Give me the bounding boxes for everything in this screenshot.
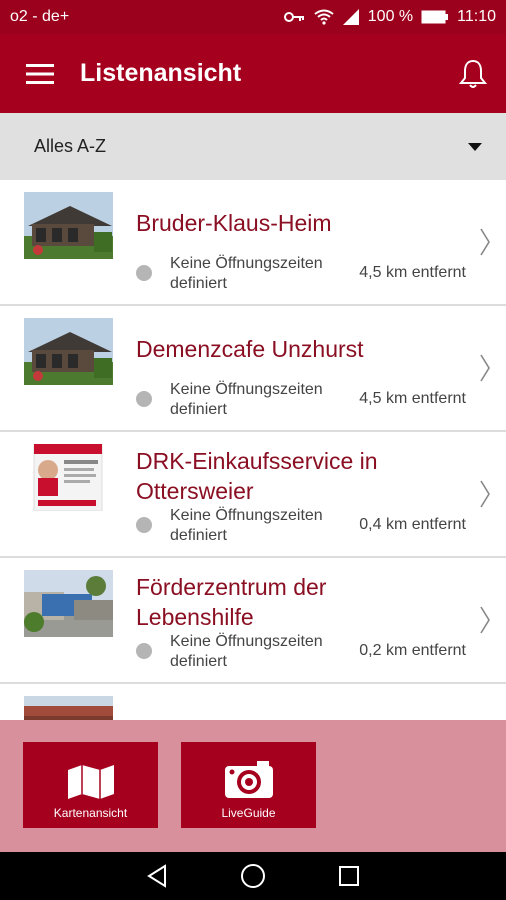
status-bar: o2 - de+ 100 % 11:10 xyxy=(0,0,506,34)
liveguide-label: LiveGuide xyxy=(221,806,276,820)
place-name: Bruder-Klaus-Heim xyxy=(136,210,332,236)
opening-hours-line1: Keine Öffnungszeiten xyxy=(170,507,323,524)
wifi-icon xyxy=(314,9,334,25)
clock: 11:10 xyxy=(457,8,496,25)
opening-hours: Keine Öffnungszeiten definiert xyxy=(170,380,323,420)
map-view-label: Kartenansicht xyxy=(53,806,128,820)
opening-hours: Keine Öffnungszeiten definiert xyxy=(170,254,323,294)
opening-hours: Keine Öffnungszeiten definiert xyxy=(170,506,323,546)
status-dot xyxy=(136,517,152,533)
opening-hours-line2: definiert xyxy=(170,401,227,418)
map-view-button[interactable]: Kartenansicht xyxy=(23,742,158,828)
place-name-line1: Förderzentrum der xyxy=(136,574,327,600)
map-icon xyxy=(67,765,114,799)
list-item[interactable]: Demenzcafe Unzhurst Keine Öffnungszeiten… xyxy=(0,306,506,432)
liveguide-button[interactable]: LiveGuide xyxy=(181,742,316,828)
bottom-actions-panel: Kartenansicht LiveGuide xyxy=(0,720,506,852)
distance-label: 0,2 km entfernt xyxy=(359,642,466,659)
opening-hours-line2: definiert xyxy=(170,653,227,670)
back-icon[interactable] xyxy=(146,864,168,888)
opening-hours-line2: definiert xyxy=(170,275,227,292)
camera-icon xyxy=(224,761,273,798)
place-thumbnail xyxy=(24,696,113,720)
sort-dropdown[interactable]: Alles A-Z xyxy=(0,113,506,180)
opening-hours-line1: Keine Öffnungszeiten xyxy=(170,381,323,398)
chevron-right-icon xyxy=(480,354,490,382)
battery-percent: 100 % xyxy=(367,8,414,25)
page-title: Listenansicht xyxy=(80,59,242,87)
opening-hours: Keine Öffnungszeiten definiert xyxy=(170,632,323,672)
key-icon xyxy=(283,10,306,24)
home-icon[interactable] xyxy=(240,863,266,889)
menu-button[interactable] xyxy=(0,34,80,113)
chevron-right-icon xyxy=(480,228,490,256)
signal-icon xyxy=(342,9,360,25)
place-name-line2: Lebenshilfe xyxy=(136,604,254,630)
notifications-button[interactable] xyxy=(440,34,506,113)
app-bar: Listenansicht xyxy=(0,34,506,113)
list-item[interactable]: Förderzentrum der Lebenshilfe Keine Öffn… xyxy=(0,558,506,684)
opening-hours-line1: Keine Öffnungszeiten xyxy=(170,633,323,650)
opening-hours-line2: definiert xyxy=(170,527,227,544)
dropdown-arrow-icon xyxy=(468,142,482,151)
distance-label: 4,5 km entfernt xyxy=(359,390,466,407)
status-dot xyxy=(136,643,152,659)
hamburger-icon xyxy=(26,63,54,84)
chevron-right-icon xyxy=(480,606,490,634)
bell-icon xyxy=(458,59,488,88)
status-dot xyxy=(136,265,152,281)
recent-apps-icon[interactable] xyxy=(338,865,360,887)
list-item[interactable] xyxy=(0,684,506,720)
place-name-line2: Ottersweier xyxy=(136,478,254,504)
place-thumbnail xyxy=(24,570,113,637)
chevron-right-icon xyxy=(480,480,490,508)
places-list: Bruder-Klaus-Heim Keine Öffnungszeiten d… xyxy=(0,180,506,720)
place-thumbnail xyxy=(24,318,113,385)
sort-selected-label: Alles A-Z xyxy=(34,136,107,156)
carrier-label: o2 - de+ xyxy=(10,8,70,25)
place-name: Förderzentrum der Lebenshilfe xyxy=(136,572,326,632)
place-name-line1: DRK-Einkaufsservice in xyxy=(136,448,378,474)
place-name: Demenzcafe Unzhurst xyxy=(136,336,364,362)
system-nav-bar xyxy=(0,852,506,900)
distance-label: 4,5 km entfernt xyxy=(359,264,466,281)
battery-icon xyxy=(421,10,449,24)
distance-label: 0,4 km entfernt xyxy=(359,516,466,533)
place-name: DRK-Einkaufsservice in Ottersweier xyxy=(136,446,378,506)
list-item[interactable]: DRK-Einkaufsservice in Ottersweier Keine… xyxy=(0,432,506,558)
place-thumbnail xyxy=(24,192,113,259)
place-thumbnail xyxy=(24,444,113,511)
status-dot xyxy=(136,391,152,407)
list-item[interactable]: Bruder-Klaus-Heim Keine Öffnungszeiten d… xyxy=(0,180,506,306)
opening-hours-line1: Keine Öffnungszeiten xyxy=(170,255,323,272)
